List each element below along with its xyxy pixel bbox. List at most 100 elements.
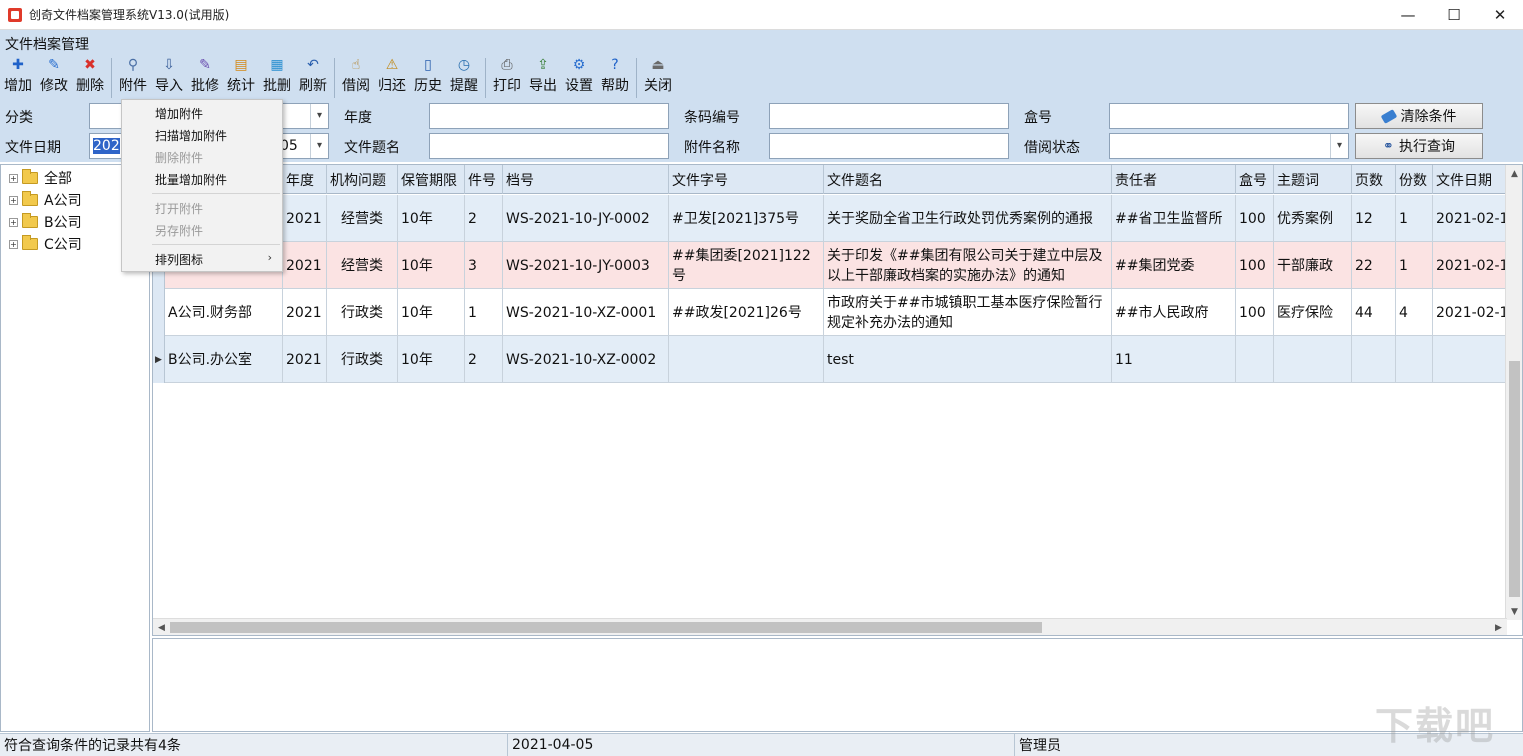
column-header[interactable]: 文件字号	[669, 165, 824, 194]
table-cell-box[interactable]: 100	[1236, 289, 1274, 336]
column-header[interactable]: 保管期限	[398, 165, 465, 194]
tree-node[interactable]: +全部	[9, 167, 72, 189]
table-cell-keyword[interactable]: 干部廉政	[1274, 242, 1352, 289]
table-cell-pages[interactable]: 12	[1352, 195, 1396, 242]
chevron-down-icon[interactable]: ▾	[1330, 134, 1348, 158]
table-cell-archive-no[interactable]: WS-2021-10-XZ-0002	[503, 336, 669, 383]
toolbar-button-refresh[interactable]: ↶刷新	[295, 56, 331, 100]
table-cell-archive-no[interactable]: WS-2021-10-JY-0003	[503, 242, 669, 289]
expand-icon[interactable]: +	[9, 174, 18, 183]
date-from-value[interactable]: 202	[93, 138, 120, 154]
toolbar-button-paperclip[interactable]: ⚲附件	[115, 56, 151, 100]
table-cell-org[interactable]: 行政类	[327, 289, 398, 336]
toolbar-button-plus[interactable]: ✚增加	[0, 56, 36, 100]
execute-query-button[interactable]: ⚭ 执行查询	[1355, 133, 1483, 159]
toolbar-button-settings[interactable]: ⚙设置	[561, 56, 597, 100]
table-cell-title[interactable]: 关于奖励全省卫生行政处罚优秀案例的通报	[824, 195, 1112, 242]
table-cell-pages[interactable]: 22	[1352, 242, 1396, 289]
table-cell-owner[interactable]: 11	[1112, 336, 1236, 383]
scroll-right-icon[interactable]: ▶	[1490, 619, 1507, 636]
table-cell-item[interactable]: 3	[465, 242, 503, 289]
table-cell-copies[interactable]: 4	[1396, 289, 1433, 336]
table-cell-keyword[interactable]	[1274, 336, 1352, 383]
table-cell-box[interactable]: 100	[1236, 195, 1274, 242]
column-header[interactable]: 档号	[503, 165, 669, 194]
vertical-scroll-thumb[interactable]	[1509, 361, 1520, 597]
table-cell-year[interactable]: 2021	[283, 336, 327, 383]
attachment-name-input[interactable]	[769, 133, 1009, 159]
table-row[interactable]: A公司.财务部2021行政类10年1WS-2021-10-XZ-0001##政发…	[153, 289, 1523, 336]
toolbar-button-history[interactable]: ▯历史	[410, 56, 446, 100]
row-selector[interactable]: ▶	[153, 336, 165, 383]
barcode-input[interactable]	[769, 103, 1009, 129]
scroll-up-icon[interactable]: ▲	[1506, 165, 1523, 182]
table-cell-box[interactable]: 100	[1236, 242, 1274, 289]
table-cell-year[interactable]: 2021	[283, 289, 327, 336]
column-header[interactable]: 主题词	[1274, 165, 1352, 194]
expand-icon[interactable]: +	[9, 196, 18, 205]
menu-item[interactable]: 增加附件	[155, 105, 203, 122]
table-cell-owner[interactable]: ##市人民政府	[1112, 289, 1236, 336]
chevron-down-icon[interactable]: ▾	[310, 104, 328, 128]
chevron-down-icon[interactable]: ▾	[310, 134, 328, 158]
toolbar-button-batch-delete[interactable]: ▦批删	[259, 56, 295, 100]
toolbar-button-import[interactable]: ⇩导入	[151, 56, 187, 100]
table-cell-item[interactable]: 1	[465, 289, 503, 336]
box-input[interactable]	[1109, 103, 1349, 129]
toolbar-button-exit[interactable]: ⏏关闭	[640, 56, 676, 100]
table-cell-period[interactable]: 10年	[398, 242, 465, 289]
tree-node[interactable]: +C公司	[9, 233, 82, 255]
table-cell-doc-no[interactable]: ##集团委[2021]122号	[669, 242, 824, 289]
table-cell-box[interactable]	[1236, 336, 1274, 383]
table-cell-copies[interactable]	[1396, 336, 1433, 383]
table-cell-period[interactable]: 10年	[398, 195, 465, 242]
table-cell-keyword[interactable]: 医疗保险	[1274, 289, 1352, 336]
vertical-scrollbar[interactable]: ▲ ▼	[1505, 165, 1522, 620]
toolbar-button-export[interactable]: ⇪导出	[525, 56, 561, 100]
column-header[interactable]: 份数	[1396, 165, 1433, 194]
table-cell-pages[interactable]: 44	[1352, 289, 1396, 336]
toolbar-button-help[interactable]: ?帮助	[597, 56, 633, 100]
toolbar-button-printer[interactable]: ⎙打印	[489, 56, 525, 100]
row-selector[interactable]	[153, 289, 165, 336]
expand-icon[interactable]: +	[9, 240, 18, 249]
toolbar-button-statistics[interactable]: ▤统计	[223, 56, 259, 100]
horizontal-scroll-thumb[interactable]	[170, 622, 1042, 633]
toolbar-button-clock[interactable]: ◷提醒	[446, 56, 482, 100]
table-cell-dept[interactable]: B公司.办公室	[165, 336, 283, 383]
table-cell-dept[interactable]: A公司.财务部	[165, 289, 283, 336]
toolbar-button-borrow[interactable]: ☝借阅	[338, 56, 374, 100]
table-cell-copies[interactable]: 1	[1396, 195, 1433, 242]
column-header[interactable]: 盒号	[1236, 165, 1274, 194]
table-cell-org[interactable]: 经营类	[327, 242, 398, 289]
table-cell-owner[interactable]: ##省卫生监督所	[1112, 195, 1236, 242]
menu-item[interactable]: 扫描增加附件	[155, 127, 227, 144]
table-row[interactable]: ▶B公司.办公室2021行政类10年2WS-2021-10-XZ-0002 tes…	[153, 336, 1523, 383]
maximize-button[interactable]: ☐	[1431, 0, 1477, 30]
table-cell-keyword[interactable]: 优秀案例	[1274, 195, 1352, 242]
scroll-left-icon[interactable]: ◀	[153, 619, 170, 636]
table-row[interactable]: 2021经营类10年2WS-2021-10-JY-0002#卫发[2021]37…	[153, 195, 1523, 242]
minimize-button[interactable]: —	[1385, 0, 1431, 30]
table-row[interactable]: 2021经营类10年3WS-2021-10-JY-0003##集团委[2021]…	[153, 242, 1523, 289]
table-cell-year[interactable]: 2021	[283, 242, 327, 289]
table-cell-title[interactable]: test	[824, 336, 1112, 383]
table-cell-item[interactable]: 2	[465, 336, 503, 383]
table-cell-org[interactable]: 行政类	[327, 336, 398, 383]
borrow-status-select[interactable]: ▾	[1109, 133, 1349, 159]
table-cell-pages[interactable]	[1352, 336, 1396, 383]
year-input[interactable]	[429, 103, 669, 129]
toolbar-button-pencil[interactable]: ✎修改	[36, 56, 72, 100]
table-cell-year[interactable]: 2021	[283, 195, 327, 242]
table-cell-title[interactable]: 关于印发《##集团有限公司关于建立中层及以上干部廉政档案的实施办法》的通知	[824, 242, 1112, 289]
column-header[interactable]: 件号	[465, 165, 503, 194]
tree-node[interactable]: +B公司	[9, 211, 82, 233]
toolbar-button-return[interactable]: ⚠归还	[374, 56, 410, 100]
table-cell-period[interactable]: 10年	[398, 336, 465, 383]
scroll-down-icon[interactable]: ▼	[1506, 603, 1523, 620]
column-header[interactable]: 责任者	[1112, 165, 1236, 194]
table-cell-owner[interactable]: ##集团党委	[1112, 242, 1236, 289]
column-header[interactable]: 页数	[1352, 165, 1396, 194]
toolbar-button-delete[interactable]: ✖删除	[72, 56, 108, 100]
column-header[interactable]: 机构问题	[327, 165, 398, 194]
